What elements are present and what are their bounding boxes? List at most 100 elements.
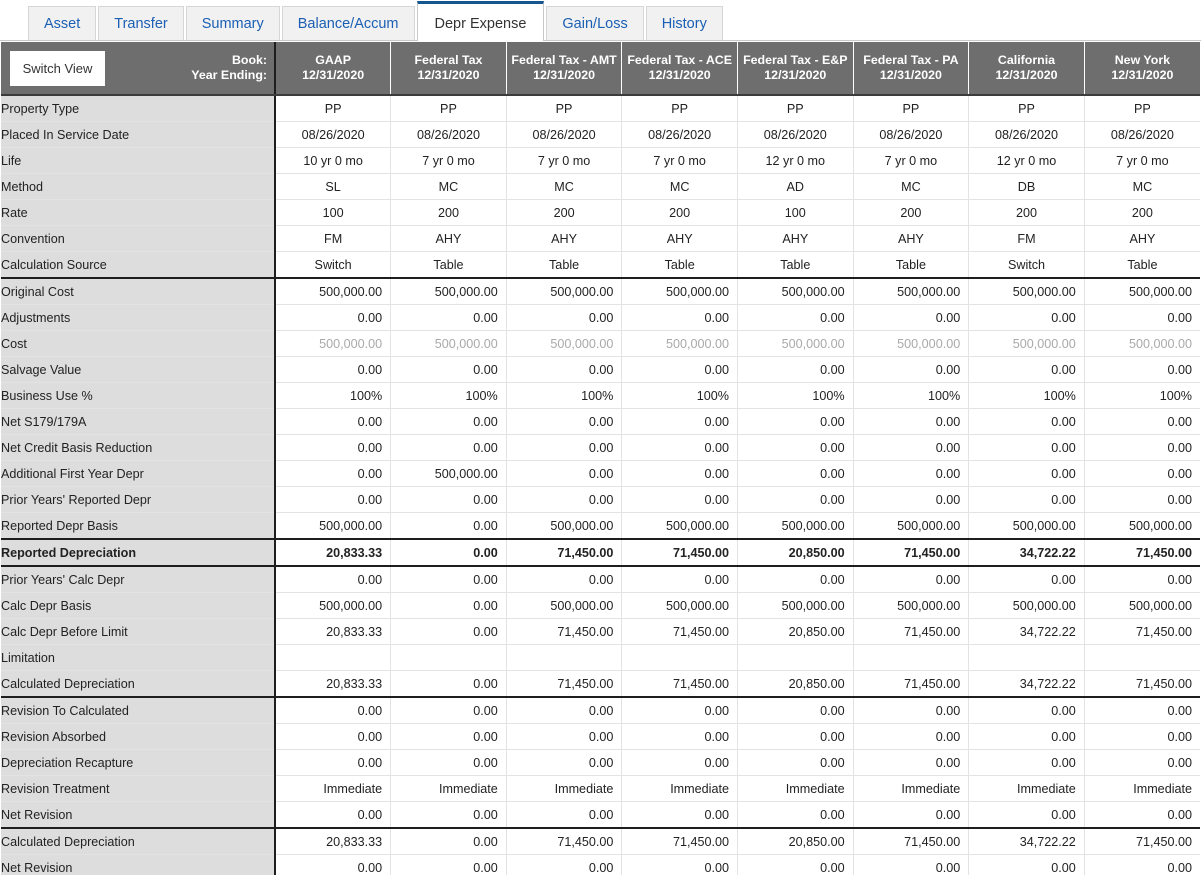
cell[interactable]: 500,000.00 [852,592,969,619]
cell[interactable]: 200 [621,199,738,226]
cell[interactable]: 500,000.00 [274,330,391,357]
cell[interactable]: 08/26/2020 [1083,121,1200,148]
cell[interactable]: 500,000.00 [968,330,1085,357]
cell[interactable]: 0.00 [621,486,738,513]
cell[interactable]: MC [852,173,969,200]
table-row[interactable]: Net S179/179A 0.00 0.00 0.00 0.00 0.00 0.00 0.0… [1,408,1200,435]
cell[interactable]: Switch [968,251,1085,279]
cell[interactable]: 100% [852,382,969,409]
cell[interactable]: 0.00 [852,486,969,513]
cell[interactable]: 08/26/2020 [736,121,854,148]
cell[interactable]: 0.00 [390,801,507,829]
cell[interactable]: 08/26/2020 [968,121,1085,148]
table-row[interactable]: Placed In Service Date 08/26/2020 08/26/20… [1,121,1200,148]
tab-history[interactable]: History [645,6,723,40]
cell[interactable]: 500,000.00 [1083,512,1200,540]
cell[interactable]: 200 [390,199,507,226]
cell[interactable]: 34,722.22 [968,828,1085,855]
cell[interactable]: 0.00 [736,749,854,776]
cell[interactable]: PP [736,95,854,122]
cell[interactable]: 500,000.00 [852,512,969,540]
cell[interactable]: 71,450.00 [621,828,738,855]
cell[interactable]: 08/26/2020 [274,121,391,148]
cell[interactable]: 0.00 [1083,723,1200,750]
cell[interactable]: 0.00 [968,697,1085,724]
column-header-federal-tax-amt[interactable]: Federal Tax - AMT 12/31/2020 [505,42,622,96]
cell[interactable] [390,644,507,671]
cell[interactable]: 500,000.00 [621,512,738,540]
cell[interactable]: 71,450.00 [1083,828,1200,855]
table-row[interactable]: Rate 100 200 200 200 100 200 200 200 [1,199,1200,226]
cell[interactable]: PP [621,95,738,122]
table-row[interactable]: Property Type PP PP PP PP PP PP PP PP [1,95,1200,122]
cell[interactable] [1083,644,1200,671]
cell[interactable]: 0.00 [1083,854,1200,875]
cell[interactable]: 0.00 [390,486,507,513]
cell[interactable]: FM [274,225,391,252]
cell[interactable]: 08/26/2020 [505,121,622,148]
cell[interactable]: 0.00 [390,592,507,619]
cell[interactable]: 500,000.00 [1083,592,1200,619]
cell[interactable]: Table [1083,251,1200,279]
cell[interactable]: 0.00 [1083,460,1200,487]
cell[interactable] [852,644,969,671]
cell[interactable]: 34,722.22 [968,618,1085,645]
cell[interactable]: 0.00 [852,723,969,750]
cell[interactable]: 0.00 [852,304,969,331]
cell[interactable]: 0.00 [968,749,1085,776]
cell[interactable]: 100 [274,199,391,226]
cell[interactable]: 0.00 [274,566,391,593]
cell[interactable]: 0.00 [1083,486,1200,513]
cell[interactable]: 500,000.00 [505,330,622,357]
tab-asset[interactable]: Asset [28,6,97,40]
table-row[interactable]: Revision To Calculated 0.00 0.00 0.00 0.00 0.… [1,697,1200,724]
cell[interactable]: AD [736,173,854,200]
table-row[interactable]: Business Use % 100% 100% 100% 100% 100% 100% 10… [1,382,1200,409]
cell[interactable]: 0.00 [968,566,1085,593]
cell[interactable]: Table [621,251,738,279]
cell[interactable]: 0.00 [1083,697,1200,724]
cell[interactable] [968,644,1085,671]
cell[interactable]: 500,000.00 [390,278,507,305]
table-row[interactable]: Salvage Value 0.00 0.00 0.00 0.00 0.00 0.00 0.0… [1,356,1200,383]
cell[interactable] [736,644,854,671]
table-row[interactable]: Original Cost 500,000.00 500,000.00 500,000… [1,278,1200,305]
cell[interactable]: Immediate [621,775,738,802]
cell[interactable]: 0.00 [274,304,391,331]
table-row[interactable]: Additional First Year Depr 0.00 500,000.00… [1,460,1200,487]
cell[interactable]: 0.00 [390,670,507,698]
cell[interactable]: DB [968,173,1085,200]
cell[interactable]: 0.00 [274,460,391,487]
cell[interactable]: 0.00 [621,566,738,593]
cell[interactable]: 71,450.00 [505,670,622,698]
cell[interactable]: 0.00 [968,723,1085,750]
cell[interactable]: AHY [1083,225,1200,252]
cell[interactable]: 0.00 [621,723,738,750]
cell[interactable]: 0.00 [1083,356,1200,383]
cell[interactable]: 100% [621,382,738,409]
cell[interactable]: 0.00 [274,486,391,513]
cell[interactable]: SL [274,173,391,200]
cell[interactable]: 34,722.22 [968,539,1085,567]
cell[interactable]: 0.00 [852,566,969,593]
cell[interactable]: 500,000.00 [390,330,507,357]
cell[interactable]: 0.00 [621,408,738,435]
cell[interactable] [621,644,738,671]
cell[interactable]: AHY [736,225,854,252]
cell[interactable]: 0.00 [736,723,854,750]
cell[interactable]: 0.00 [505,486,622,513]
cell[interactable]: 0.00 [621,460,738,487]
cell[interactable]: 0.00 [505,304,622,331]
tab-gain-loss[interactable]: Gain/Loss [546,6,644,40]
cell[interactable]: 0.00 [274,697,391,724]
cell[interactable]: 0.00 [736,566,854,593]
cell[interactable]: 71,450.00 [852,539,969,567]
cell[interactable]: 0.00 [852,356,969,383]
cell[interactable]: 0.00 [505,854,622,875]
cell[interactable]: 100% [736,382,854,409]
cell[interactable]: 0.00 [621,749,738,776]
tab-transfer[interactable]: Transfer [98,6,184,40]
cell[interactable]: 0.00 [390,539,507,567]
table-row[interactable]: Calculated Depreciation 20,833.33 0.00 71,4… [1,828,1200,855]
cell[interactable]: 0.00 [274,723,391,750]
